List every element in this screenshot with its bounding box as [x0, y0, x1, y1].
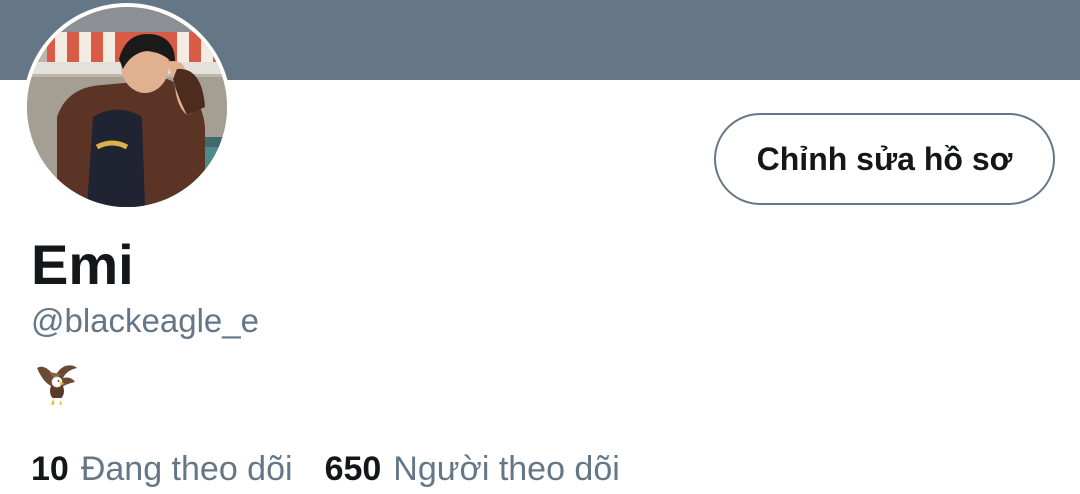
following-link[interactable]: 10 Đang theo dõi — [31, 446, 293, 492]
eagle-icon — [31, 360, 81, 410]
user-handle: @blackeagle_e — [31, 302, 259, 339]
avatar[interactable] — [23, 3, 231, 211]
profile-header: Chỉnh sửa hồ sơ Emi @blackeagle_e 10 Đan… — [0, 0, 1080, 494]
followers-count: 650 — [324, 450, 382, 488]
following-count: 10 — [31, 450, 69, 488]
followers-link[interactable]: 650 Người theo dõi — [325, 446, 620, 492]
followers-label: Người theo dõi — [393, 450, 620, 488]
avatar-photo — [27, 7, 227, 207]
display-name: Emi — [31, 233, 134, 296]
edit-profile-button[interactable]: Chỉnh sửa hồ sơ — [714, 113, 1055, 205]
profile-stats: 10 Đang theo dõi 650 Người theo dõi — [31, 446, 652, 492]
following-label: Đang theo dõi — [80, 450, 293, 488]
